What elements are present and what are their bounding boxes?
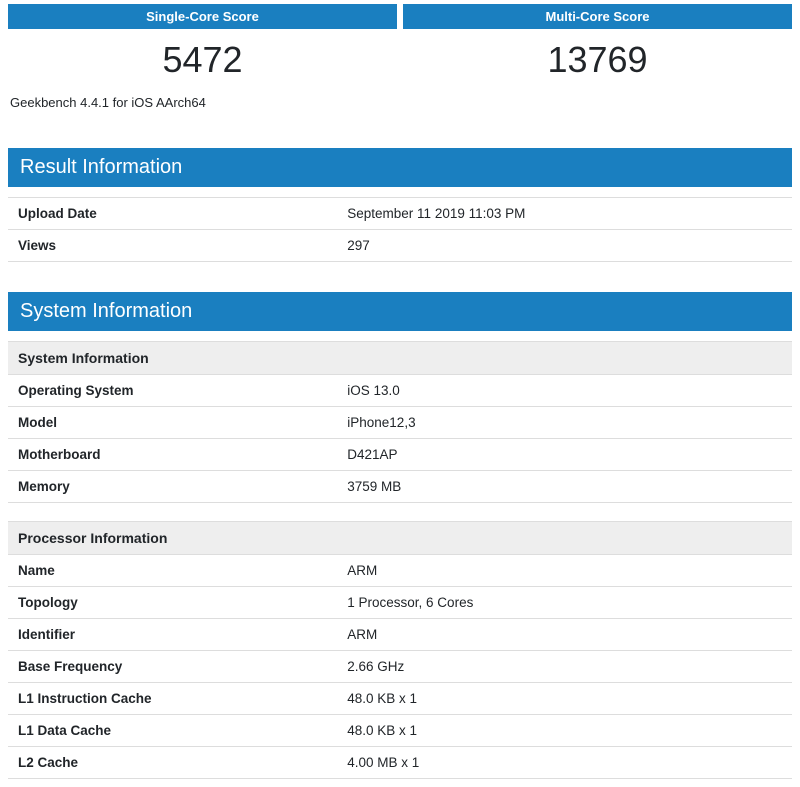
single-core-score-header: Single-Core Score: [8, 4, 397, 29]
subsection-processor-information: Processor Information Name ARM Topology …: [8, 521, 792, 779]
row-label: L2 Cache: [8, 747, 337, 778]
section-header-system-information: System Information: [8, 292, 792, 331]
result-information-table: Upload Date September 11 2019 11:03 PM V…: [8, 197, 792, 262]
single-core-score-value: 5472: [8, 29, 397, 93]
multi-core-score-value: 13769: [403, 29, 792, 93]
row-label: Upload Date: [8, 198, 337, 229]
table-row: L1 Instruction Cache 48.0 KB x 1: [8, 683, 792, 715]
row-value: 48.0 KB x 1: [337, 715, 792, 746]
row-label: Motherboard: [8, 439, 337, 470]
row-value: iOS 13.0: [337, 375, 792, 406]
table-row: L1 Data Cache 48.0 KB x 1: [8, 715, 792, 747]
score-header-row: Single-Core Score Multi-Core Score: [8, 4, 792, 29]
processor-information-table: Processor Information Name ARM Topology …: [8, 521, 792, 779]
table-row: Model iPhone12,3: [8, 407, 792, 439]
row-value: iPhone12,3: [337, 407, 792, 438]
table-row: Name ARM: [8, 555, 792, 587]
row-label: Views: [8, 230, 337, 261]
table-row: Motherboard D421AP: [8, 439, 792, 471]
table-row: Base Frequency 2.66 GHz: [8, 651, 792, 683]
row-value: 3759 MB: [337, 471, 792, 502]
table-row: L2 Cache 4.00 MB x 1: [8, 747, 792, 779]
row-value: 2.66 GHz: [337, 651, 792, 682]
geekbench-result-page: Single-Core Score Multi-Core Score 5472 …: [0, 0, 800, 787]
row-label: L1 Data Cache: [8, 715, 337, 746]
table-row: Topology 1 Processor, 6 Cores: [8, 587, 792, 619]
row-value: 297: [337, 230, 792, 261]
multi-core-score-header: Multi-Core Score: [403, 4, 792, 29]
row-label: Identifier: [8, 619, 337, 650]
score-value-row: 5472 13769: [8, 29, 792, 93]
row-label: Topology: [8, 587, 337, 618]
row-label: Model: [8, 407, 337, 438]
row-label: Name: [8, 555, 337, 586]
row-value: ARM: [337, 555, 792, 586]
table-row: Operating System iOS 13.0: [8, 375, 792, 407]
subsection-header-system-information: System Information: [8, 342, 792, 375]
table-row: Identifier ARM: [8, 619, 792, 651]
table-row: Views 297: [8, 230, 792, 262]
subsection-system-information: System Information Operating System iOS …: [8, 341, 792, 503]
row-value: 1 Processor, 6 Cores: [337, 587, 792, 618]
geekbench-version-subtitle: Geekbench 4.4.1 for iOS AArch64: [8, 93, 792, 110]
subsection-header-processor-information: Processor Information: [8, 522, 792, 555]
section-header-result-information: Result Information: [8, 148, 792, 187]
row-label: Memory: [8, 471, 337, 502]
row-label: L1 Instruction Cache: [8, 683, 337, 714]
row-value: D421AP: [337, 439, 792, 470]
row-label: Base Frequency: [8, 651, 337, 682]
row-value: September 11 2019 11:03 PM: [337, 198, 792, 229]
row-value: 4.00 MB x 1: [337, 747, 792, 778]
row-value: ARM: [337, 619, 792, 650]
row-label: Operating System: [8, 375, 337, 406]
row-value: 48.0 KB x 1: [337, 683, 792, 714]
table-row: Upload Date September 11 2019 11:03 PM: [8, 198, 792, 230]
table-row: Memory 3759 MB: [8, 471, 792, 503]
system-information-table: System Information Operating System iOS …: [8, 341, 792, 503]
